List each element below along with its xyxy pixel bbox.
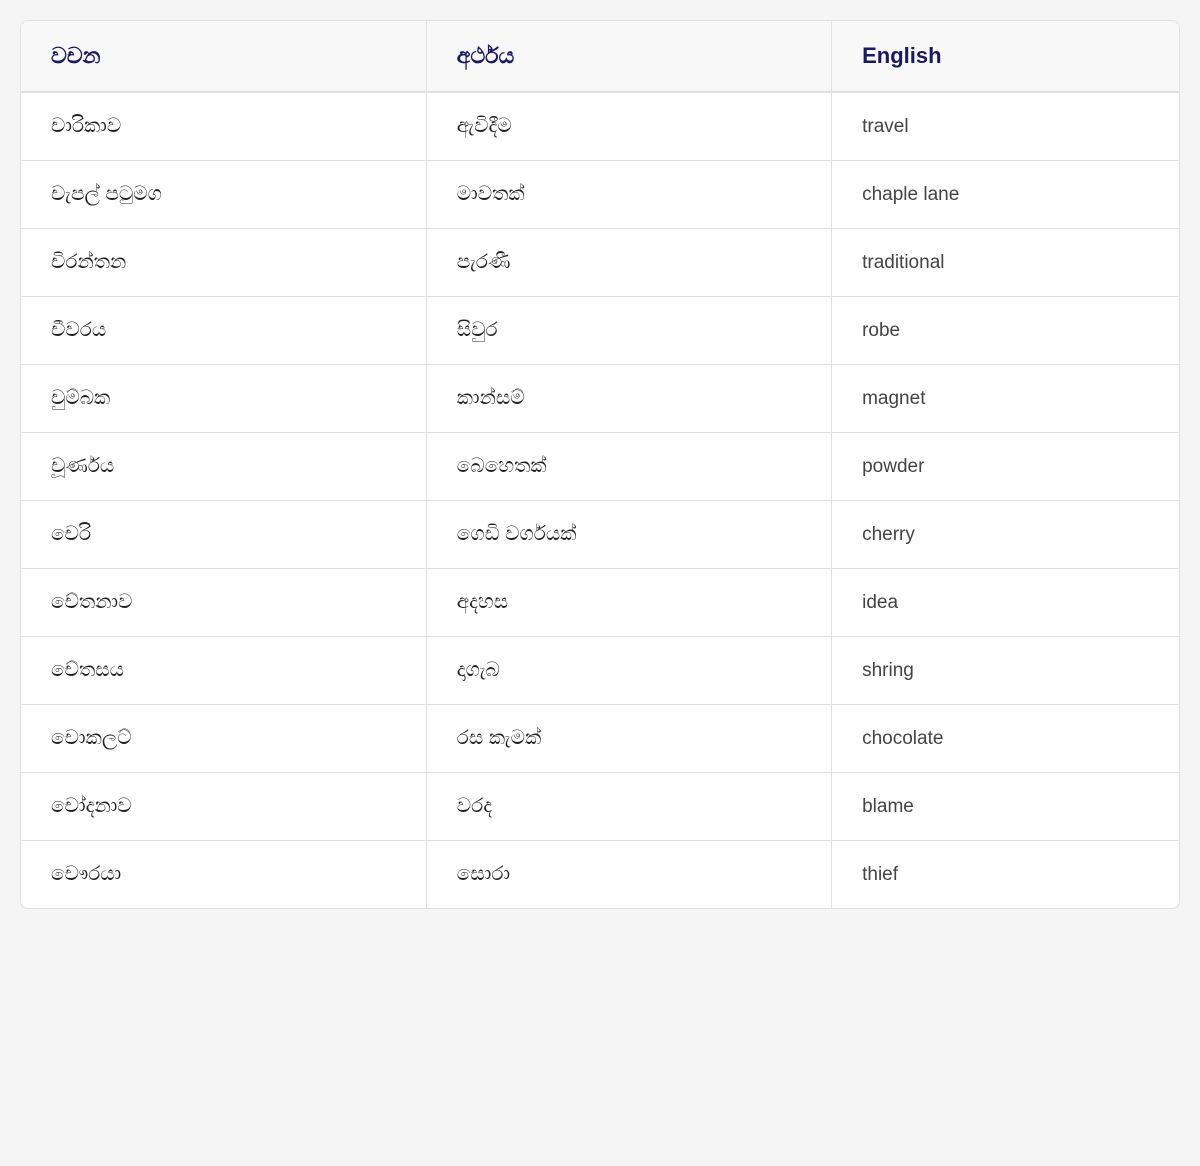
cell-sinhala-word: චොකලට්	[21, 705, 426, 773]
cell-english: thief	[832, 841, 1179, 909]
table-row: චීවරයසිවුරrobe	[21, 297, 1179, 365]
table-row: චූර්ණයබෙහෙතක්powder	[21, 433, 1179, 501]
cell-sinhala-meaning: අදහස	[426, 569, 831, 637]
cell-sinhala-meaning: ඇවිදීම	[426, 92, 831, 161]
table-row: චෙරිගෙඩි වර්ගයක්cherry	[21, 501, 1179, 569]
table-header-row: වචන අර්ථය English	[21, 21, 1179, 92]
table-row: චේතසයදාගැබshring	[21, 637, 1179, 705]
cell-sinhala-meaning: රස කැමක්	[426, 705, 831, 773]
cell-english: chocolate	[832, 705, 1179, 773]
cell-sinhala-word: චෝදනාව	[21, 773, 426, 841]
cell-english: chaple lane	[832, 161, 1179, 229]
cell-english: blame	[832, 773, 1179, 841]
table-body: චාරිකාවඇවිදීමtravelචැපල් පටුමගමාවතක්chap…	[21, 92, 1179, 908]
cell-english: robe	[832, 297, 1179, 365]
cell-english: travel	[832, 92, 1179, 161]
cell-sinhala-word: චැපල් පටුමග	[21, 161, 426, 229]
cell-english: cherry	[832, 501, 1179, 569]
table-row: චාරිකාවඇවිදීමtravel	[21, 92, 1179, 161]
table-row: චෝදනාවවරදblame	[21, 773, 1179, 841]
cell-sinhala-meaning: පැරණී	[426, 229, 831, 297]
cell-sinhala-word: චේතනාව	[21, 569, 426, 637]
cell-sinhala-word: චේතසය	[21, 637, 426, 705]
cell-sinhala-meaning: දාගැබ	[426, 637, 831, 705]
cell-sinhala-meaning: බෙහෙතක්	[426, 433, 831, 501]
table-row: චැපල් පටුමගමාවතක්chaple lane	[21, 161, 1179, 229]
cell-sinhala-word: චෞරයා	[21, 841, 426, 909]
table-row: චුම්බකකාන්සම්magnet	[21, 365, 1179, 433]
main-table-container: වචන අර්ථය English චාරිකාවඇවිදීමtravelචැප…	[20, 20, 1180, 909]
table-row: චිරන්තනපැරණීtraditional	[21, 229, 1179, 297]
table-row: චේතනාවඅදහසidea	[21, 569, 1179, 637]
header-col1: වචන	[21, 21, 426, 92]
cell-sinhala-word: චිරන්තන	[21, 229, 426, 297]
cell-sinhala-meaning: වරද	[426, 773, 831, 841]
table-row: චොකලට්රස කැමක්chocolate	[21, 705, 1179, 773]
cell-sinhala-word: චීවරය	[21, 297, 426, 365]
header-col3: English	[832, 21, 1179, 92]
cell-sinhala-meaning: සොරා	[426, 841, 831, 909]
vocabulary-table: වචන අර්ථය English චාරිකාවඇවිදීමtravelචැප…	[21, 21, 1179, 908]
header-col2: අර්ථය	[426, 21, 831, 92]
table-row: චෞරයාසොරාthief	[21, 841, 1179, 909]
cell-english: idea	[832, 569, 1179, 637]
cell-sinhala-word: චෙරි	[21, 501, 426, 569]
cell-sinhala-meaning: මාවතක්	[426, 161, 831, 229]
cell-sinhala-word: චාරිකාව	[21, 92, 426, 161]
cell-english: traditional	[832, 229, 1179, 297]
cell-sinhala-meaning: ගෙඩි වර්ගයක්	[426, 501, 831, 569]
cell-english: magnet	[832, 365, 1179, 433]
cell-english: powder	[832, 433, 1179, 501]
cell-english: shring	[832, 637, 1179, 705]
cell-sinhala-meaning: සිවුර	[426, 297, 831, 365]
cell-sinhala-meaning: කාන්සම්	[426, 365, 831, 433]
cell-sinhala-word: චූර්ණය	[21, 433, 426, 501]
cell-sinhala-word: චුම්බක	[21, 365, 426, 433]
